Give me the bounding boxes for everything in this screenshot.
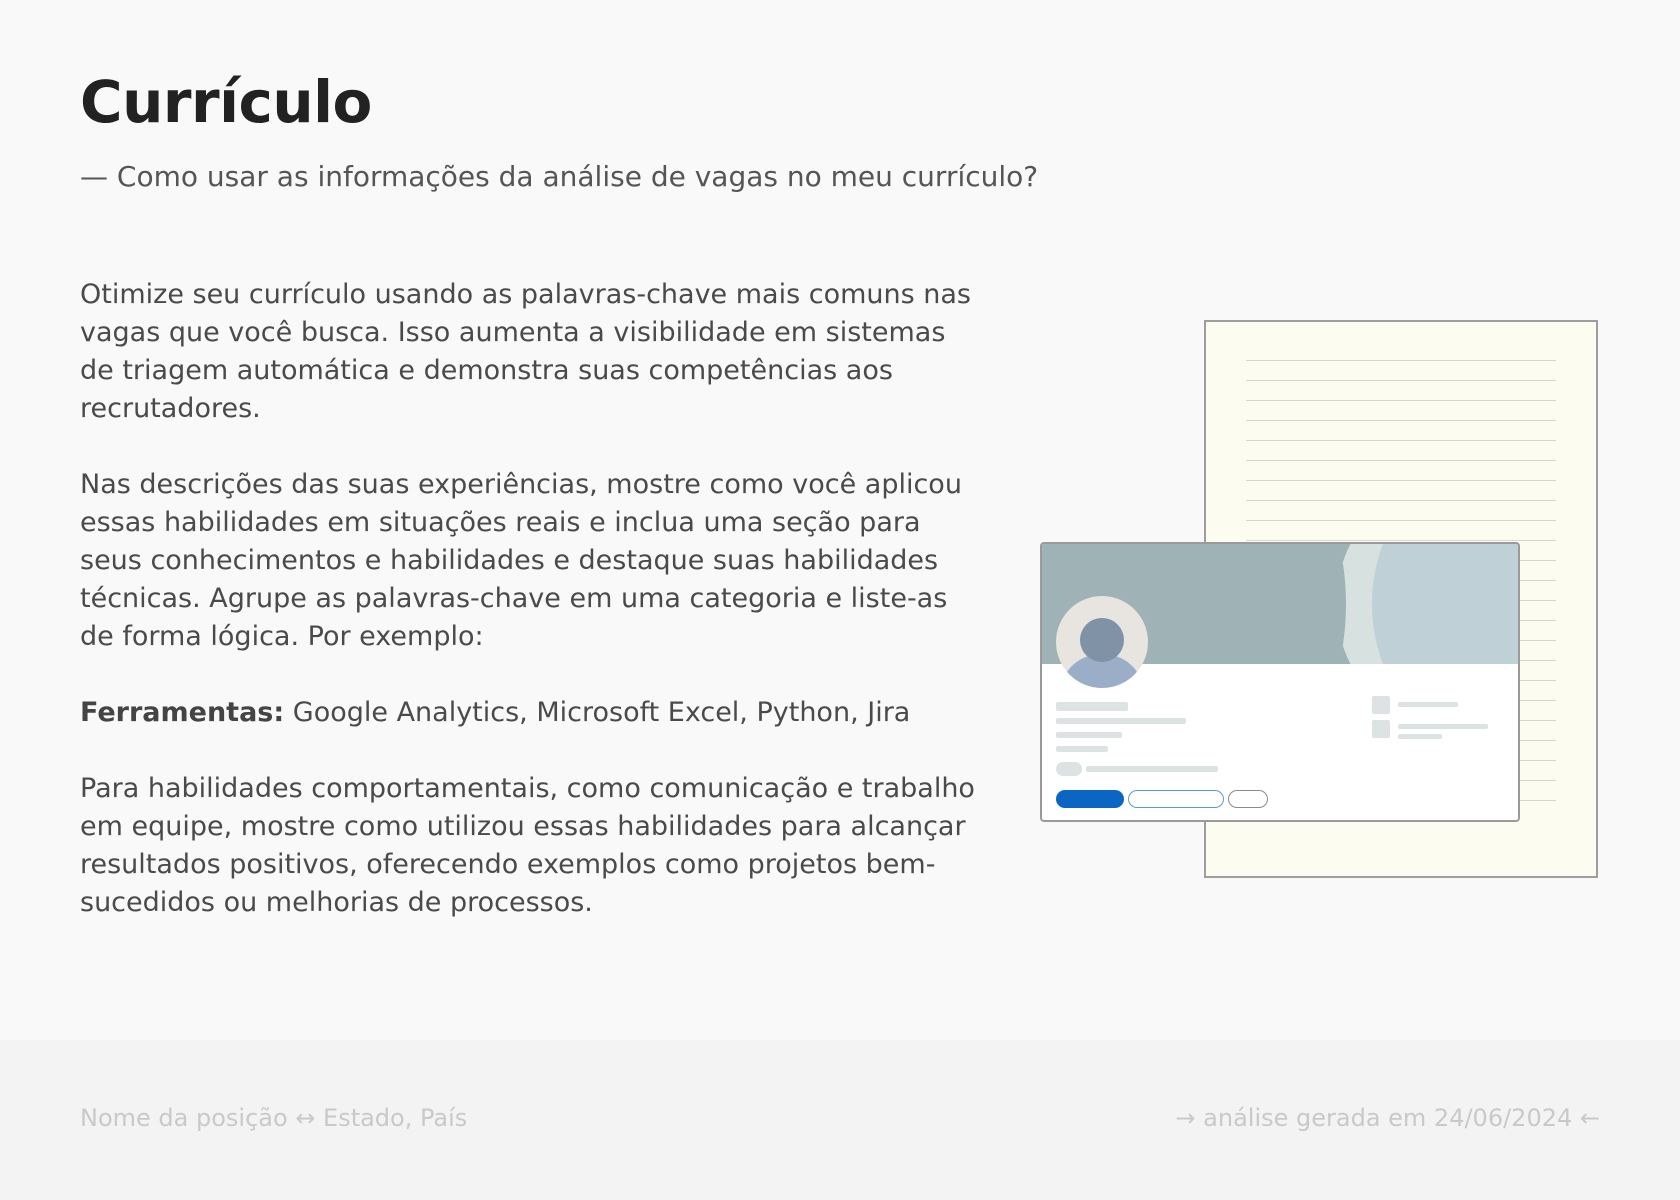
tools-example: Ferramentas: Google Analytics, Microsoft… xyxy=(80,694,980,732)
paragraph-keywords: Otimize seu currículo usando as palavras… xyxy=(80,279,971,424)
tools-label: Ferramentas: xyxy=(80,697,285,728)
main-content: Otimize seu currículo usando as palavras… xyxy=(80,276,980,960)
paragraph-soft-skills: Para habilidades comportamentais, como c… xyxy=(80,773,975,918)
connect-button-icon xyxy=(1056,790,1124,808)
tools-list: Google Analytics, Microsoft Excel, Pytho… xyxy=(284,697,911,728)
page-subtitle: — Como usar as informações da análise de… xyxy=(80,160,1039,193)
profile-card-icon xyxy=(1040,542,1520,822)
resume-illustration xyxy=(1040,320,1600,882)
footer-position-location: Nome da posição ↔ Estado, País xyxy=(80,1104,468,1132)
paragraph-experiences: Nas descrições das suas experiências, mo… xyxy=(80,469,962,652)
page-title: Currículo xyxy=(80,68,372,136)
avatar-icon xyxy=(1056,596,1148,688)
footer: Nome da posição ↔ Estado, País → análise… xyxy=(0,1040,1680,1200)
more-button-icon xyxy=(1228,790,1268,808)
message-button-icon xyxy=(1128,790,1224,808)
footer-generated-date: → análise gerada em 24/06/2024 ← xyxy=(1175,1104,1600,1132)
